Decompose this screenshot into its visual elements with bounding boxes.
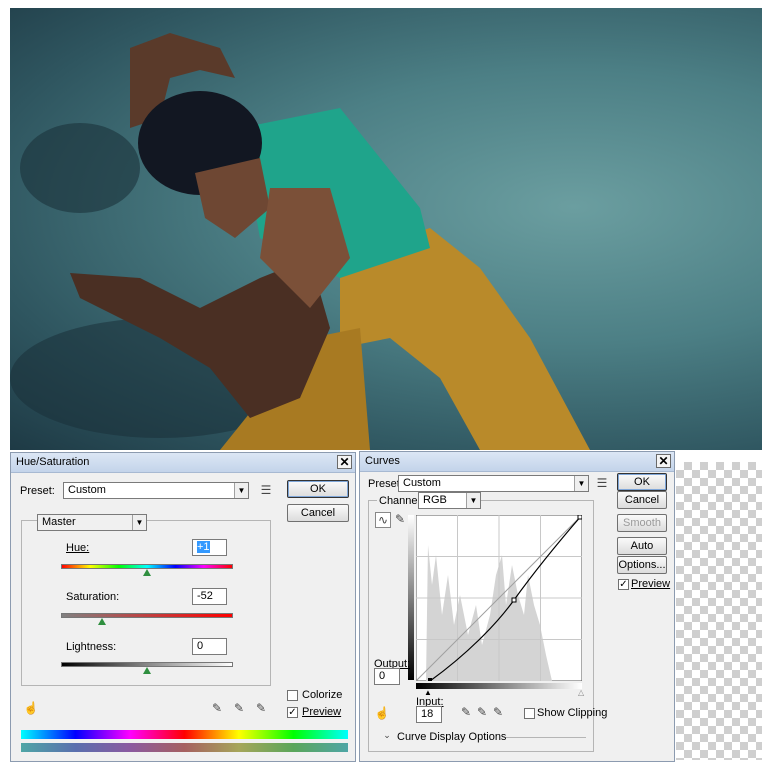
- preview-label: Preview: [631, 578, 671, 590]
- lightness-slider-thumb[interactable]: [143, 667, 151, 674]
- dancer-photo: [10, 33, 590, 450]
- lightness-value: 0: [197, 640, 204, 652]
- preset-options-icon[interactable]: ☰: [258, 483, 274, 499]
- chevron-double-down-icon[interactable]: ⌄: [379, 728, 395, 744]
- chevron-down-icon: ▼: [132, 515, 146, 530]
- preview-checkbox[interactable]: ✓: [618, 579, 629, 590]
- channel-dropdown[interactable]: RGB ▼: [418, 492, 481, 509]
- preset-value: Custom: [403, 477, 441, 489]
- preview-label: Preview: [302, 706, 342, 718]
- target-adjustment-hand-icon[interactable]: ☝: [23, 701, 39, 717]
- lightness-label: Lightness:: [66, 641, 117, 653]
- saturation-label: Saturation:: [66, 591, 120, 603]
- curve-point: [511, 597, 517, 603]
- channel-value: Master: [42, 516, 76, 528]
- curves-graph[interactable]: [416, 515, 582, 681]
- show-clipping-checkbox[interactable]: [524, 708, 535, 719]
- channel-value: RGB: [423, 494, 447, 506]
- ok-button[interactable]: OK: [617, 473, 667, 491]
- hue-spectrum-bar-top: [21, 730, 348, 739]
- close-button[interactable]: ✕: [337, 455, 352, 469]
- hue-slider-thumb[interactable]: [143, 569, 151, 576]
- eyedropper-gray-icon[interactable]: ✎: [474, 705, 490, 721]
- output-value: 0: [379, 670, 386, 682]
- eyedropper-minus-icon[interactable]: ✎: [253, 701, 269, 717]
- curve-display-options-label[interactable]: Curve Display Options: [397, 731, 506, 743]
- saturation-value: -52: [197, 590, 213, 602]
- divider: [506, 737, 586, 738]
- dialog-title: Hue/Saturation: [16, 456, 90, 468]
- saturation-slider[interactable]: [61, 613, 233, 618]
- hue-value: +1: [197, 541, 210, 553]
- dialog-title: Curves: [365, 455, 400, 467]
- eyedropper-black-icon[interactable]: ✎: [458, 705, 474, 721]
- eyedropper-icon[interactable]: ✎: [209, 701, 225, 717]
- preset-dropdown[interactable]: Custom ▼: [398, 475, 589, 492]
- colorize-label: Colorize: [302, 689, 343, 701]
- curve-point-tool-icon[interactable]: ∿: [375, 512, 391, 528]
- curve-point: [428, 678, 432, 681]
- chevron-down-icon: ▼: [466, 493, 480, 508]
- curve-point: [577, 515, 582, 520]
- pencil-icon[interactable]: ✎: [392, 512, 408, 528]
- target-adjustment-hand-icon[interactable]: ☝: [374, 706, 390, 722]
- hue-input[interactable]: +1: [192, 539, 227, 556]
- colorize-checkbox[interactable]: [287, 690, 298, 701]
- chevron-down-icon: ▼: [234, 483, 248, 498]
- ok-button[interactable]: OK: [287, 480, 349, 498]
- input-input[interactable]: 18: [416, 706, 442, 723]
- hue-saturation-titlebar[interactable]: Hue/Saturation ✕: [11, 453, 355, 473]
- output-gradient-bar: [408, 515, 414, 680]
- input-gradient-bar: [416, 683, 582, 689]
- white-point-slider-icon[interactable]: △: [578, 688, 584, 697]
- eyedropper-plus-icon[interactable]: ✎: [231, 701, 247, 717]
- eyedropper-white-icon[interactable]: ✎: [490, 705, 506, 721]
- preset-label: Preset:: [20, 485, 55, 497]
- photo-canvas: [10, 8, 762, 450]
- hue-saturation-dialog: Hue/Saturation ✕ Preset: Custom ▼ ☰ OK C…: [10, 452, 356, 762]
- preset-dropdown[interactable]: Custom ▼: [63, 482, 249, 499]
- output-input[interactable]: 0: [374, 668, 400, 685]
- curves-dialog: Curves ✕ Preset: Custom ▼ ☰ OK Cancel Sm…: [359, 451, 675, 762]
- cancel-button[interactable]: Cancel: [287, 504, 349, 522]
- preset-options-icon[interactable]: ☰: [594, 476, 610, 492]
- preset-value: Custom: [68, 484, 106, 496]
- saturation-input[interactable]: -52: [192, 588, 227, 605]
- hue-spectrum-bar-bottom: [21, 743, 348, 752]
- preview-checkbox[interactable]: ✓: [287, 707, 298, 718]
- saturation-slider-thumb[interactable]: [98, 618, 106, 625]
- transparency-checkerboard: [676, 462, 762, 760]
- auto-button[interactable]: Auto: [617, 537, 667, 555]
- cancel-button[interactable]: Cancel: [617, 491, 667, 509]
- lightness-input[interactable]: 0: [192, 638, 227, 655]
- close-button[interactable]: ✕: [656, 454, 671, 468]
- smooth-button[interactable]: Smooth: [617, 514, 667, 532]
- hue-label: Hue:: [66, 542, 90, 554]
- chevron-down-icon: ▼: [574, 476, 588, 491]
- channel-dropdown[interactable]: Master ▼: [37, 514, 147, 531]
- options-button[interactable]: Options...: [617, 556, 667, 574]
- input-value: 18: [421, 708, 434, 720]
- show-clipping-label: Show Clipping: [537, 707, 608, 719]
- curves-titlebar[interactable]: Curves ✕: [360, 452, 674, 472]
